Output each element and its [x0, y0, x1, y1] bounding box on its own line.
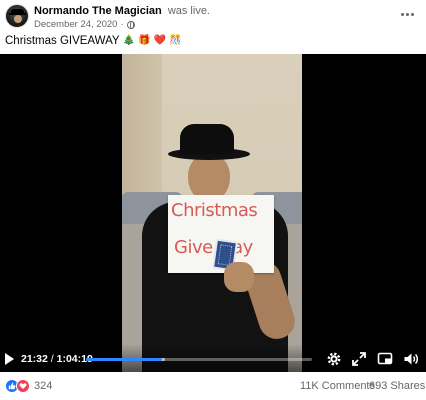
reactions[interactable] — [5, 379, 30, 393]
post-date[interactable]: December 24, 2020 — [34, 19, 117, 30]
progress-bar[interactable] — [86, 358, 312, 361]
post-caption: Christmas GIVEAWAY 🎄 🎁 ❤️ 🎊 — [5, 35, 181, 47]
settings-icon[interactable] — [326, 351, 342, 367]
caption-text: Christmas GIVEAWAY — [5, 35, 120, 47]
comments-count[interactable]: 11K Comments — [300, 380, 375, 392]
play-icon[interactable] — [5, 353, 14, 365]
love-reaction-icon — [16, 379, 30, 393]
video-time: 21:32 / 1:04:19 — [21, 353, 93, 365]
picture-in-picture-icon[interactable] — [377, 351, 393, 367]
post-date-line: December 24, 2020 · — [34, 19, 135, 30]
sign-text-line1: Christmas — [171, 200, 258, 221]
reaction-count[interactable]: 324 — [34, 380, 52, 392]
gift-emoji: 🎁 — [138, 35, 151, 46]
confetti-emoji: 🎊 — [168, 35, 182, 46]
shares-count[interactable]: 693 Shares — [369, 380, 425, 392]
current-time: 21:32 — [21, 353, 48, 365]
heart-emoji: ❤️ — [153, 35, 166, 46]
globe-icon — [126, 20, 135, 29]
author-line: Normando The Magician was live. — [34, 5, 210, 17]
progress-played — [86, 358, 162, 361]
more-options-icon[interactable] — [398, 6, 416, 22]
live-status: was live. — [167, 5, 210, 17]
author-name[interactable]: Normando The Magician — [34, 5, 162, 17]
post-header: Normando The Magician was live. December… — [0, 0, 426, 30]
date-separator: · — [120, 19, 124, 30]
christmas-tree-emoji: 🎄 — [122, 35, 136, 46]
avatar[interactable] — [5, 4, 29, 28]
time-separator: / — [50, 353, 54, 365]
volume-icon[interactable] — [403, 351, 419, 367]
fullscreen-icon[interactable] — [351, 351, 367, 367]
hand — [224, 262, 254, 292]
